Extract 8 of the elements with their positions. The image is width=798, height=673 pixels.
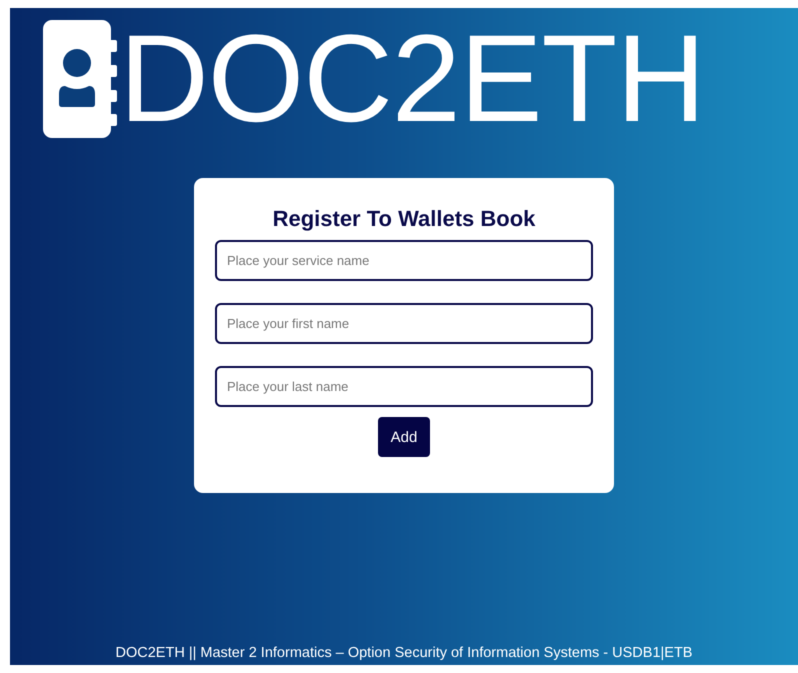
add-button[interactable]: Add [378, 417, 430, 457]
text-input[interactable]: Place your first name [215, 303, 593, 344]
text-input[interactable]: Place your last name [215, 366, 593, 407]
form-title: Register To Wallets Book [272, 206, 536, 232]
contact-book-icon [43, 20, 118, 138]
footer-text: DOC2ETH || Master 2 Informatics – Option Security of Information Systems - USDB1|ETB [116, 645, 692, 661]
brand-title: DOC2ETH [119, 20, 705, 138]
text-input[interactable]: Place your service name [215, 240, 593, 281]
